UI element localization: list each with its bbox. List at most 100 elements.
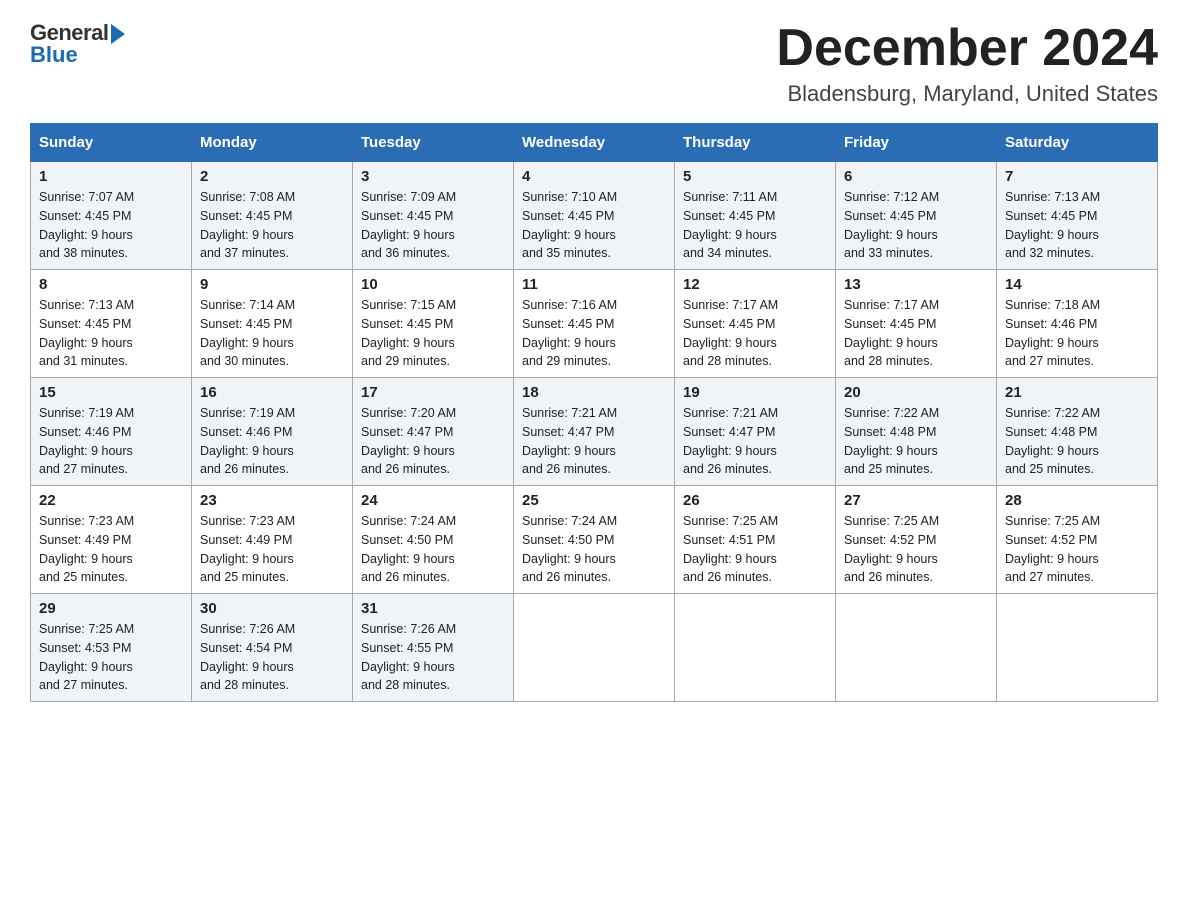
day-info: Sunrise: 7:23 AM Sunset: 4:49 PM Dayligh… <box>39 512 183 587</box>
day-number: 9 <box>200 276 344 293</box>
day-cell: 5 Sunrise: 7:11 AM Sunset: 4:45 PM Dayli… <box>675 162 836 270</box>
day-info: Sunrise: 7:17 AM Sunset: 4:45 PM Dayligh… <box>844 296 988 371</box>
header-cell-monday: Monday <box>192 124 353 162</box>
day-cell: 12 Sunrise: 7:17 AM Sunset: 4:45 PM Dayl… <box>675 270 836 378</box>
day-number: 8 <box>39 276 183 293</box>
day-number: 17 <box>361 384 505 401</box>
day-info: Sunrise: 7:13 AM Sunset: 4:45 PM Dayligh… <box>1005 188 1149 263</box>
day-number: 7 <box>1005 168 1149 185</box>
day-info: Sunrise: 7:18 AM Sunset: 4:46 PM Dayligh… <box>1005 296 1149 371</box>
day-info: Sunrise: 7:26 AM Sunset: 4:55 PM Dayligh… <box>361 620 505 695</box>
day-number: 18 <box>522 384 666 401</box>
day-info: Sunrise: 7:08 AM Sunset: 4:45 PM Dayligh… <box>200 188 344 263</box>
day-number: 30 <box>200 600 344 617</box>
day-info: Sunrise: 7:22 AM Sunset: 4:48 PM Dayligh… <box>844 404 988 479</box>
day-cell: 8 Sunrise: 7:13 AM Sunset: 4:45 PM Dayli… <box>31 270 192 378</box>
week-row-2: 8 Sunrise: 7:13 AM Sunset: 4:45 PM Dayli… <box>31 270 1158 378</box>
day-number: 22 <box>39 492 183 509</box>
day-number: 26 <box>683 492 827 509</box>
header-cell-thursday: Thursday <box>675 124 836 162</box>
logo-blue-text: Blue <box>30 42 78 68</box>
day-info: Sunrise: 7:25 AM Sunset: 4:53 PM Dayligh… <box>39 620 183 695</box>
day-cell: 15 Sunrise: 7:19 AM Sunset: 4:46 PM Dayl… <box>31 378 192 486</box>
day-info: Sunrise: 7:15 AM Sunset: 4:45 PM Dayligh… <box>361 296 505 371</box>
day-number: 21 <box>1005 384 1149 401</box>
day-cell: 4 Sunrise: 7:10 AM Sunset: 4:45 PM Dayli… <box>514 162 675 270</box>
day-cell: 2 Sunrise: 7:08 AM Sunset: 4:45 PM Dayli… <box>192 162 353 270</box>
calendar-body: 1 Sunrise: 7:07 AM Sunset: 4:45 PM Dayli… <box>31 162 1158 702</box>
day-cell: 31 Sunrise: 7:26 AM Sunset: 4:55 PM Dayl… <box>353 594 514 702</box>
day-cell: 10 Sunrise: 7:15 AM Sunset: 4:45 PM Dayl… <box>353 270 514 378</box>
day-number: 16 <box>200 384 344 401</box>
day-cell: 7 Sunrise: 7:13 AM Sunset: 4:45 PM Dayli… <box>997 162 1158 270</box>
day-info: Sunrise: 7:11 AM Sunset: 4:45 PM Dayligh… <box>683 188 827 263</box>
day-cell: 6 Sunrise: 7:12 AM Sunset: 4:45 PM Dayli… <box>836 162 997 270</box>
day-cell: 25 Sunrise: 7:24 AM Sunset: 4:50 PM Dayl… <box>514 486 675 594</box>
day-cell <box>675 594 836 702</box>
day-info: Sunrise: 7:24 AM Sunset: 4:50 PM Dayligh… <box>522 512 666 587</box>
week-row-3: 15 Sunrise: 7:19 AM Sunset: 4:46 PM Dayl… <box>31 378 1158 486</box>
day-info: Sunrise: 7:13 AM Sunset: 4:45 PM Dayligh… <box>39 296 183 371</box>
day-number: 6 <box>844 168 988 185</box>
day-info: Sunrise: 7:22 AM Sunset: 4:48 PM Dayligh… <box>1005 404 1149 479</box>
day-info: Sunrise: 7:19 AM Sunset: 4:46 PM Dayligh… <box>39 404 183 479</box>
day-cell: 22 Sunrise: 7:23 AM Sunset: 4:49 PM Dayl… <box>31 486 192 594</box>
day-cell: 3 Sunrise: 7:09 AM Sunset: 4:45 PM Dayli… <box>353 162 514 270</box>
day-info: Sunrise: 7:14 AM Sunset: 4:45 PM Dayligh… <box>200 296 344 371</box>
week-row-5: 29 Sunrise: 7:25 AM Sunset: 4:53 PM Dayl… <box>31 594 1158 702</box>
day-cell: 13 Sunrise: 7:17 AM Sunset: 4:45 PM Dayl… <box>836 270 997 378</box>
day-info: Sunrise: 7:26 AM Sunset: 4:54 PM Dayligh… <box>200 620 344 695</box>
day-info: Sunrise: 7:12 AM Sunset: 4:45 PM Dayligh… <box>844 188 988 263</box>
day-number: 4 <box>522 168 666 185</box>
title-area: December 2024 Bladensburg, Maryland, Uni… <box>776 20 1158 107</box>
day-cell: 21 Sunrise: 7:22 AM Sunset: 4:48 PM Dayl… <box>997 378 1158 486</box>
week-row-4: 22 Sunrise: 7:23 AM Sunset: 4:49 PM Dayl… <box>31 486 1158 594</box>
day-cell: 9 Sunrise: 7:14 AM Sunset: 4:45 PM Dayli… <box>192 270 353 378</box>
day-number: 2 <box>200 168 344 185</box>
day-number: 27 <box>844 492 988 509</box>
header-cell-saturday: Saturday <box>997 124 1158 162</box>
header-cell-tuesday: Tuesday <box>353 124 514 162</box>
day-cell: 17 Sunrise: 7:20 AM Sunset: 4:47 PM Dayl… <box>353 378 514 486</box>
day-info: Sunrise: 7:17 AM Sunset: 4:45 PM Dayligh… <box>683 296 827 371</box>
day-cell: 1 Sunrise: 7:07 AM Sunset: 4:45 PM Dayli… <box>31 162 192 270</box>
day-cell: 18 Sunrise: 7:21 AM Sunset: 4:47 PM Dayl… <box>514 378 675 486</box>
calendar-header: SundayMondayTuesdayWednesdayThursdayFrid… <box>31 124 1158 162</box>
day-info: Sunrise: 7:24 AM Sunset: 4:50 PM Dayligh… <box>361 512 505 587</box>
day-info: Sunrise: 7:21 AM Sunset: 4:47 PM Dayligh… <box>683 404 827 479</box>
day-number: 11 <box>522 276 666 293</box>
day-cell: 27 Sunrise: 7:25 AM Sunset: 4:52 PM Dayl… <box>836 486 997 594</box>
day-number: 20 <box>844 384 988 401</box>
header-cell-sunday: Sunday <box>31 124 192 162</box>
calendar-table: SundayMondayTuesdayWednesdayThursdayFrid… <box>30 123 1158 702</box>
day-info: Sunrise: 7:25 AM Sunset: 4:52 PM Dayligh… <box>1005 512 1149 587</box>
day-cell: 24 Sunrise: 7:24 AM Sunset: 4:50 PM Dayl… <box>353 486 514 594</box>
day-info: Sunrise: 7:25 AM Sunset: 4:52 PM Dayligh… <box>844 512 988 587</box>
day-number: 31 <box>361 600 505 617</box>
day-cell <box>514 594 675 702</box>
header-cell-wednesday: Wednesday <box>514 124 675 162</box>
day-number: 14 <box>1005 276 1149 293</box>
day-number: 10 <box>361 276 505 293</box>
logo-triangle-icon <box>111 24 125 44</box>
day-cell: 29 Sunrise: 7:25 AM Sunset: 4:53 PM Dayl… <box>31 594 192 702</box>
day-cell <box>997 594 1158 702</box>
day-info: Sunrise: 7:07 AM Sunset: 4:45 PM Dayligh… <box>39 188 183 263</box>
day-info: Sunrise: 7:23 AM Sunset: 4:49 PM Dayligh… <box>200 512 344 587</box>
day-number: 13 <box>844 276 988 293</box>
day-cell: 19 Sunrise: 7:21 AM Sunset: 4:47 PM Dayl… <box>675 378 836 486</box>
day-number: 28 <box>1005 492 1149 509</box>
day-info: Sunrise: 7:09 AM Sunset: 4:45 PM Dayligh… <box>361 188 505 263</box>
day-number: 23 <box>200 492 344 509</box>
header-row: SundayMondayTuesdayWednesdayThursdayFrid… <box>31 124 1158 162</box>
day-cell: 11 Sunrise: 7:16 AM Sunset: 4:45 PM Dayl… <box>514 270 675 378</box>
day-number: 15 <box>39 384 183 401</box>
day-number: 29 <box>39 600 183 617</box>
week-row-1: 1 Sunrise: 7:07 AM Sunset: 4:45 PM Dayli… <box>31 162 1158 270</box>
day-cell: 30 Sunrise: 7:26 AM Sunset: 4:54 PM Dayl… <box>192 594 353 702</box>
day-number: 25 <box>522 492 666 509</box>
day-cell <box>836 594 997 702</box>
day-info: Sunrise: 7:19 AM Sunset: 4:46 PM Dayligh… <box>200 404 344 479</box>
day-cell: 14 Sunrise: 7:18 AM Sunset: 4:46 PM Dayl… <box>997 270 1158 378</box>
day-cell: 20 Sunrise: 7:22 AM Sunset: 4:48 PM Dayl… <box>836 378 997 486</box>
